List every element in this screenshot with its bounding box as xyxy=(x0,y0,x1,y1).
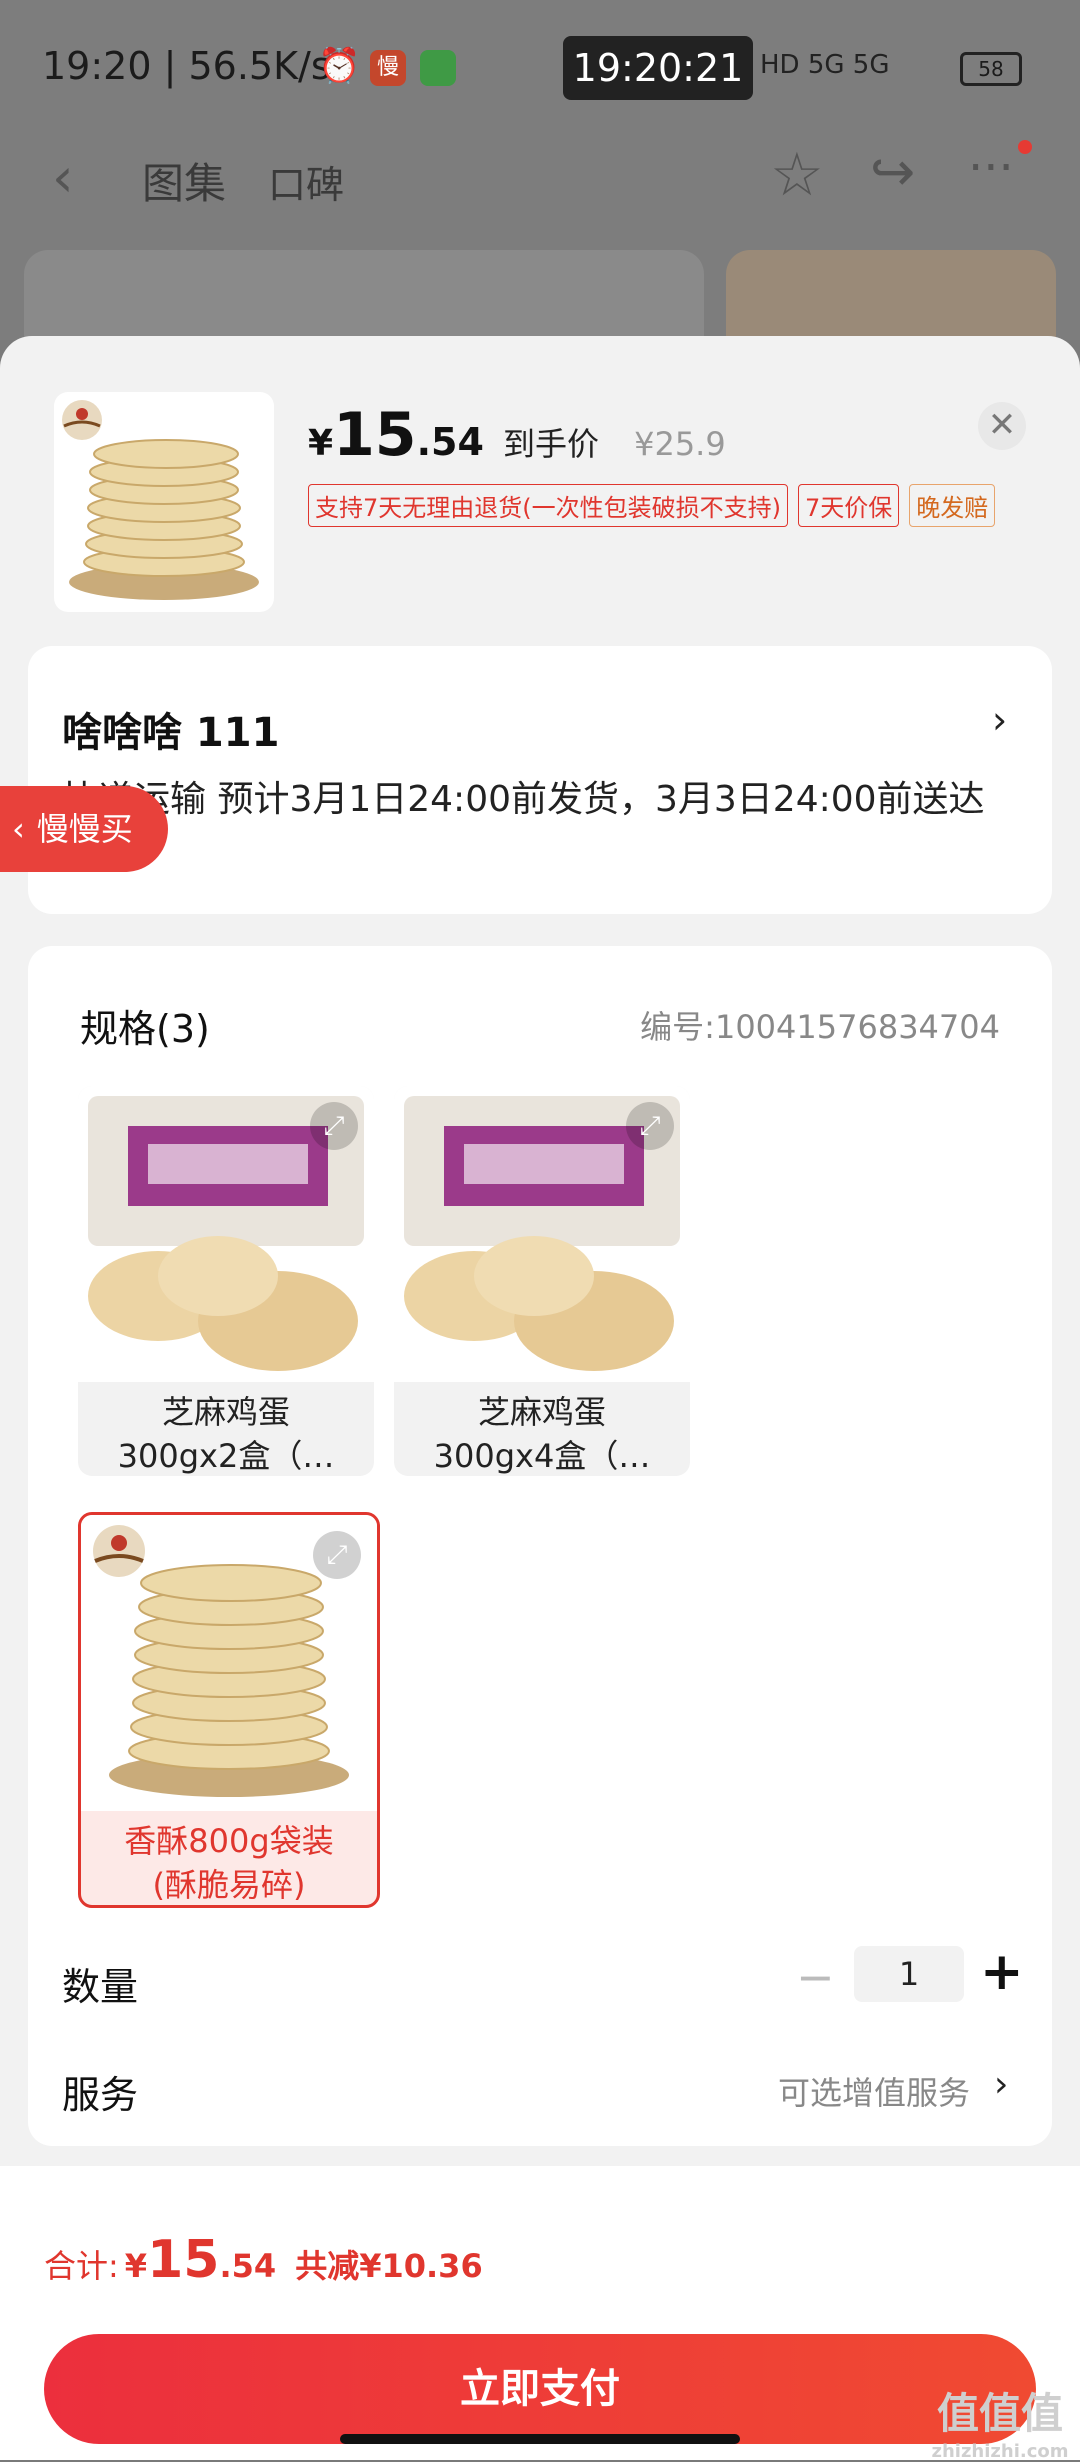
pay-button[interactable]: 立即支付 xyxy=(44,2334,1036,2444)
service-value[interactable]: 可选增值服务 xyxy=(778,2068,970,2114)
close-icon[interactable]: ✕ xyxy=(978,402,1026,450)
expand-icon[interactable]: ⤢ xyxy=(310,1102,358,1150)
plus-icon[interactable]: + xyxy=(980,1942,1024,2002)
signal-icon: HD 5G 5G xyxy=(760,50,890,80)
shipping-info: 快递运输 预计3月1日24:00前发货，3月3日24:00前送达 xyxy=(62,779,985,820)
price-symbol: ¥ xyxy=(308,423,334,464)
service-badges: 支持7天无理由退货(一次性包装破损不支持) 7天价保 晚发赔 xyxy=(308,484,1005,527)
price-row: ¥15.54 到手价 ¥25.9 xyxy=(308,400,726,470)
quantity-input[interactable]: 1 xyxy=(854,1946,964,2002)
price-tag: 到手价 xyxy=(502,425,599,463)
purchase-sheet: ¥15.54 到手价 ¥25.9 ✕ 支持7天无理由退货(一次性包装破损不支持)… xyxy=(0,336,1080,2460)
price-integer: 15 xyxy=(333,400,417,470)
slow-buy-label: 慢慢买 xyxy=(36,810,133,848)
address-card[interactable]: 啥啥啥 111 › 快递运输 预计3月1日24:00前发货，3月3日24:00前… xyxy=(28,646,1052,914)
expand-icon[interactable]: ⤢ xyxy=(626,1102,674,1150)
spec-option-2[interactable]: ⤢ 芝麻鸡蛋 300gx4盒（… xyxy=(394,1086,690,1476)
product-thumbnail[interactable] xyxy=(54,392,274,612)
back-icon[interactable]: ‹ xyxy=(52,146,74,209)
battery-icon: 58 xyxy=(960,52,1022,86)
watermark: 值值值 zhizhizhi.com xyxy=(930,2380,1070,2462)
chevron-right-icon: › xyxy=(992,698,1008,742)
product-code: 编号:10041576834704 xyxy=(640,1008,1000,1046)
minus-icon[interactable]: − xyxy=(796,1950,835,2004)
spec-option-1[interactable]: ⤢ 芝麻鸡蛋 300gx2盒（… xyxy=(78,1086,374,1476)
total-label: 合计: xyxy=(44,2247,119,2285)
star-icon[interactable]: ☆ xyxy=(770,140,824,210)
address-name: 啥啥啥 111 xyxy=(62,710,280,756)
badge-price-protect: 7天价保 xyxy=(798,484,900,527)
total-price: 合计: ¥15.54 共减¥10.36 xyxy=(44,2230,483,2290)
original-price: ¥25.9 xyxy=(634,425,726,463)
product-header: ¥15.54 到手价 ¥25.9 ✕ 支持7天无理由退货(一次性包装破损不支持)… xyxy=(0,336,1080,636)
saved-amount: 共减¥10.36 xyxy=(295,2247,483,2285)
total-symbol: ¥ xyxy=(124,2247,148,2285)
home-indicator[interactable] xyxy=(340,2434,740,2444)
spec-option-label: 芝麻鸡蛋 300gx2盒（… xyxy=(117,1393,335,1475)
app-notification-icon: 慢 xyxy=(370,50,406,86)
quantity-label: 数量 xyxy=(62,1965,139,2009)
status-bar: 19:20 | 56.5K/s ⏰ 慢 19:20:21 HD 5G 5G 58 xyxy=(0,0,1080,130)
total-integer: 15 xyxy=(147,2230,220,2290)
spec-card: 规格(3) 编号:10041576834704 ⤢ 芝麻鸡蛋 300gx2盒（… xyxy=(28,946,1052,2146)
watermark-main: 值值值 xyxy=(936,2389,1063,2438)
slow-buy-button[interactable]: ‹ 慢慢买 xyxy=(0,786,168,872)
alarm-icon: ⏰ xyxy=(318,46,361,86)
chevron-left-icon: ‹ xyxy=(12,810,25,848)
status-time: 19:20 | 56.5K/s xyxy=(42,44,331,88)
badge-return: 支持7天无理由退货(一次性包装破损不支持) xyxy=(308,484,788,527)
tab-reviews[interactable]: 口碑 xyxy=(268,154,344,209)
chevron-right-icon[interactable]: › xyxy=(994,2064,1008,2105)
spec-title: 规格(3) xyxy=(80,1007,210,1051)
floating-clock: 19:20:21 xyxy=(563,36,753,100)
spec-option-label: 芝麻鸡蛋 300gx4盒（… xyxy=(433,1393,651,1475)
checkout-footer: 合计: ¥15.54 共减¥10.36 立即支付 xyxy=(0,2166,1080,2460)
share-icon[interactable]: ↪ xyxy=(870,140,915,203)
wechat-icon xyxy=(420,50,456,86)
watermark-sub: zhizhizhi.com xyxy=(931,2441,1069,2462)
expand-icon[interactable]: ⤢ xyxy=(313,1531,361,1579)
more-icon[interactable]: ··· xyxy=(968,140,1014,196)
badge-late-compensation: 晚发赔 xyxy=(909,484,996,527)
spec-option-label: 香酥800g袋装 (酥脆易碎) xyxy=(124,1822,334,1904)
notification-dot xyxy=(1018,140,1032,154)
top-nav: ‹ 图集 口碑 ☆ ↪ ··· xyxy=(0,130,1080,230)
tab-gallery[interactable]: 图集 xyxy=(142,150,226,211)
price-decimal: .54 xyxy=(416,420,484,464)
service-label: 服务 xyxy=(62,2073,139,2117)
spec-option-3[interactable]: ⤢ 香酥800g袋装 (酥脆易碎) xyxy=(78,1512,380,1908)
total-decimal: .54 xyxy=(219,2247,277,2285)
